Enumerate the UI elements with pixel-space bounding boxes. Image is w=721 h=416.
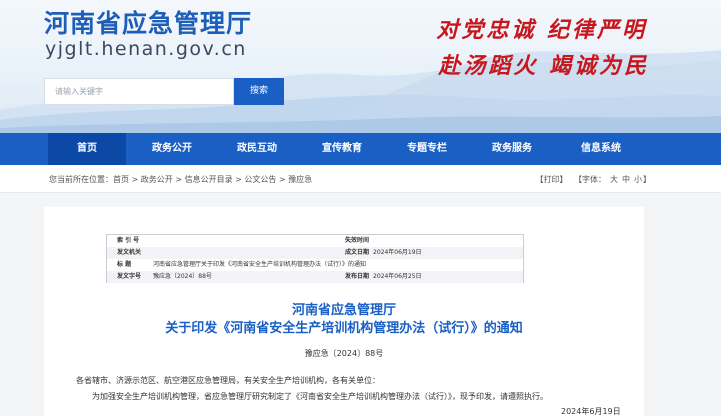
font-medium-button[interactable]: 中 [622,175,630,184]
nav-gov-affairs[interactable]: 政务公开 [133,133,211,165]
nav-home[interactable]: 首页 [48,133,126,165]
document-meta-table: 索 引 号 失效时间 发文机关 成文日期 2024年06月19日 标 题 河南省… [106,234,524,283]
meta-label: 发布日期 [345,273,370,280]
breadcrumb-item[interactable]: 豫应急 [288,175,312,184]
search-input[interactable]: 请输入关键字 [44,78,234,105]
font-small-button[interactable]: 小 [634,175,642,184]
site-header: 河南省应急管理厅 yjglt.henan.gov.cn 对党忠诚 纪律严明 赴汤… [0,0,721,133]
meta-label: 发文字号 [117,273,142,280]
document-date: 2024年6月19日 [561,407,621,416]
page-tools: 【打印】 【字体： 大中小】 [531,174,651,185]
meta-label: 索 引 号 [117,237,140,244]
document-title-line-2: 关于印发《河南省安全生产培训机构管理办法（试行）》的通知 [165,321,523,336]
font-large-button[interactable]: 大 [610,175,618,184]
breadcrumb-separator: > [276,175,289,184]
meta-row: 标 题 河南省应急管理厅关于印发《河南省安全生产培训机构管理办法（试行）》的通知 [107,259,523,271]
meta-value: 河南省应急管理厅关于印发《河南省安全生产培训机构管理办法（试行）》的通知 [153,261,367,268]
breadcrumb-item[interactable]: 公文公告 [244,175,276,184]
search-button[interactable]: 搜索 [234,78,284,105]
meta-row: 索 引 号 失效时间 [107,235,523,247]
breadcrumb-separator: > [172,175,185,184]
document-title-line-1: 河南省应急管理厅 [291,303,396,318]
breadcrumb-item[interactable]: 信息公开目录 [185,175,233,184]
site-title[interactable]: 河南省应急管理厅 [44,4,252,40]
meta-value: 2024年06月19日 [373,249,422,256]
breadcrumb-bar: 您当前所在位置：首页 > 政务公开 > 信息公开目录 > 公文公告 > 豫应急 … [0,165,721,193]
breadcrumb-item[interactable]: 首页 [113,175,129,184]
breadcrumb-separator: > [129,175,141,184]
slogan-line-1: 对党忠诚 纪律严明 [436,17,647,43]
meta-value: 豫应急〔2024〕88号 [153,273,212,280]
meta-label: 标 题 [117,261,132,268]
breadcrumb-prefix: 您当前所在位置： [49,175,113,184]
breadcrumb-item[interactable]: 政务公开 [141,175,173,184]
site-domain: yjglt.henan.gov.cn [45,38,247,60]
meta-value: 2024年06月25日 [373,273,422,280]
breadcrumb-separator: > [232,175,245,184]
nav-topics[interactable]: 专题专栏 [388,133,466,165]
main-nav: 首页 政务公开 政民互动 宣传教育 专题专栏 政务服务 信息系统 [0,133,721,165]
slogan-line-2: 赴汤蹈火 竭诚为民 [438,53,649,79]
font-size-label: 【字体： [574,175,606,184]
print-button[interactable]: 【打印】 [535,175,567,184]
nav-interaction[interactable]: 政民互动 [218,133,296,165]
meta-label: 失效时间 [345,237,370,244]
document-number: 豫应急〔2024〕88号 [304,349,384,358]
meta-row: 发文字号 豫应急〔2024〕88号 发布日期 2024年06月25日 [107,271,523,283]
nav-systems[interactable]: 信息系统 [562,133,640,165]
document-body: 为加强安全生产培训机构管理，省应急管理厅研究制定了《河南省安全生产培训机构管理办… [92,392,548,401]
font-size-close: 】 [643,175,651,184]
meta-label: 成文日期 [345,249,370,256]
meta-row: 发文机关 成文日期 2024年06月19日 [107,247,523,259]
breadcrumb: 您当前所在位置：首页 > 政务公开 > 信息公开目录 > 公文公告 > 豫应急 [49,174,312,185]
document-salutation: 各省辖市、济源示范区、航空港区应急管理局，有关安全生产培训机构，各有关单位： [76,376,380,385]
meta-label: 发文机关 [117,249,142,256]
nav-education[interactable]: 宣传教育 [303,133,381,165]
nav-services[interactable]: 政务服务 [473,133,551,165]
